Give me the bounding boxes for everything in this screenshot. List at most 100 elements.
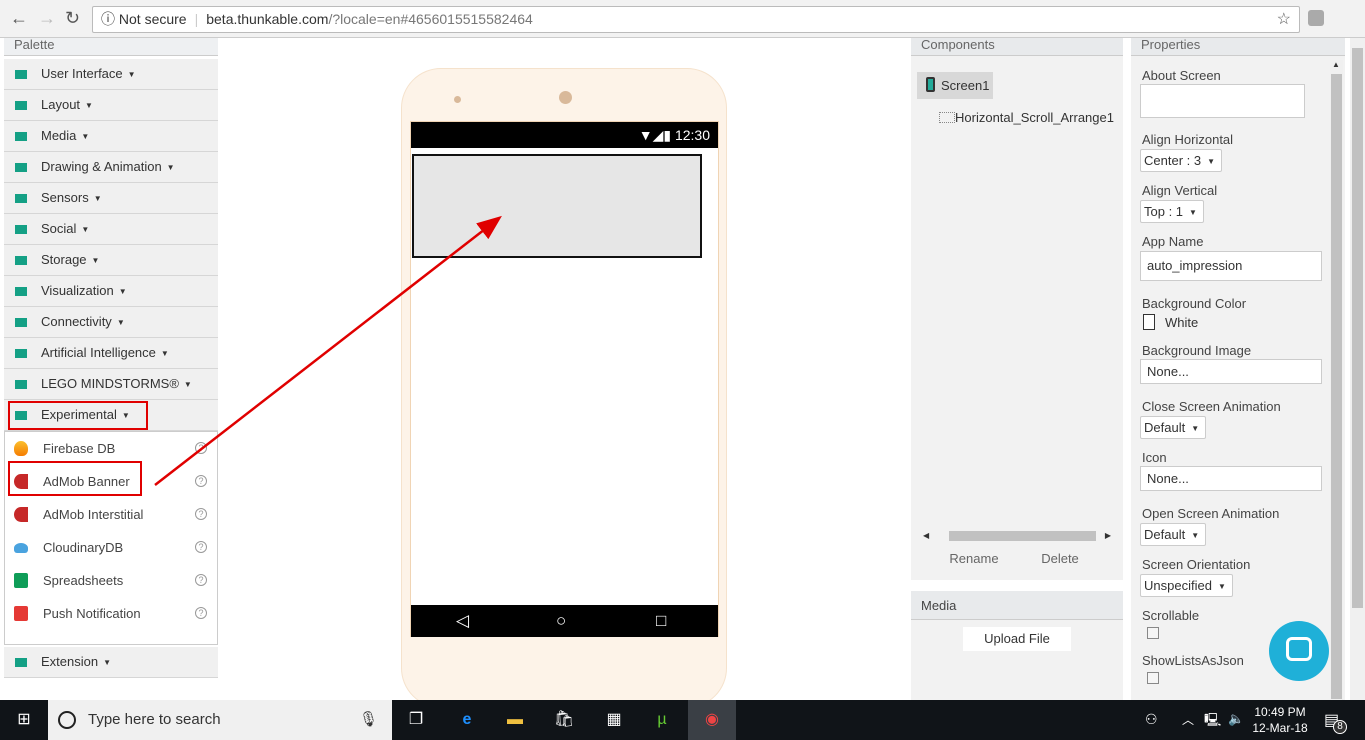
help-icon[interactable]: ? xyxy=(195,607,207,619)
category-layout[interactable]: Layout ▼ xyxy=(4,90,218,121)
security-label: Not secure xyxy=(118,11,187,27)
scrollable-checkbox[interactable] xyxy=(1147,627,1159,639)
palette-item-admob-interstitial[interactable]: AdMob Interstitial? xyxy=(5,498,217,531)
utorrent-icon[interactable]: µ xyxy=(638,700,686,740)
network-icon[interactable]: 🖳 xyxy=(1204,711,1221,733)
select-value: Default xyxy=(1144,527,1186,542)
components-header: Components xyxy=(911,38,1123,56)
edge-icon[interactable]: e xyxy=(443,700,491,740)
delete-button[interactable]: Delete xyxy=(1020,547,1100,571)
screen-orientation-select[interactable]: Unspecified ▼ xyxy=(1140,574,1233,597)
category-artificial-intelligence[interactable]: Artificial Intelligence ▼ xyxy=(4,338,218,369)
volume-icon[interactable]: 🔈 xyxy=(1228,711,1244,727)
properties-scrollbar[interactable]: ▲ xyxy=(1330,60,1343,700)
category-visualization[interactable]: Visualization ▼ xyxy=(4,276,218,307)
phone-screen: ▼◢▮ 12:30 ◁ ○ □ xyxy=(410,121,719,637)
highlight-experimental xyxy=(8,401,148,430)
horizontal-scroll-arrangement[interactable] xyxy=(412,154,702,258)
back-icon[interactable]: ← xyxy=(10,8,28,29)
help-icon[interactable]: ? xyxy=(195,475,207,487)
chrome-icon[interactable]: ◉ xyxy=(688,700,736,740)
category-user-interface[interactable]: User Interface ▼ xyxy=(4,59,218,90)
folder-icon xyxy=(15,318,27,327)
category-drawing-animation[interactable]: Drawing & Animation ▼ xyxy=(4,152,218,183)
chat-launcher-button[interactable] xyxy=(1269,621,1329,681)
showlistsasjson-checkbox[interactable] xyxy=(1147,672,1159,684)
upload-file-button[interactable]: Upload File xyxy=(963,627,1071,651)
category-label: Drawing & Animation xyxy=(41,159,162,174)
forward-icon[interactable]: → xyxy=(38,8,56,29)
background-color-value[interactable]: White xyxy=(1165,315,1198,330)
windows-start-icon[interactable]: ⊞ xyxy=(0,700,48,740)
page-scrollbar[interactable] xyxy=(1350,38,1365,700)
calculator-icon[interactable]: ▦ xyxy=(590,700,638,740)
category-label: Media xyxy=(41,128,77,143)
file-explorer-icon[interactable]: ▬ xyxy=(491,700,539,740)
help-icon[interactable]: ? xyxy=(195,541,207,553)
help-icon[interactable]: ? xyxy=(195,508,207,520)
scrollable-label: Scrollable xyxy=(1142,608,1200,623)
reload-icon[interactable]: ↻ xyxy=(65,8,80,29)
info-icon[interactable]: ⓘ xyxy=(101,11,115,27)
category-label: LEGO MINDSTORMS® xyxy=(41,376,179,391)
palette-item-spreadsheets[interactable]: Spreadsheets? xyxy=(5,564,217,597)
close-animation-select[interactable]: Default ▼ xyxy=(1140,416,1207,439)
caret-down-icon: ▼ xyxy=(166,163,175,172)
search-placeholder: Type here to search xyxy=(88,711,221,728)
cloudinary-icon xyxy=(14,543,28,553)
sensor-dot xyxy=(454,96,461,103)
help-icon[interactable]: ? xyxy=(195,442,207,454)
task-view-icon[interactable]: ❐ xyxy=(392,700,440,740)
taskbar-search-box[interactable]: Type here to search 🎙 xyxy=(48,700,392,740)
help-icon[interactable]: ? xyxy=(195,574,207,586)
color-swatch[interactable] xyxy=(1143,314,1155,330)
about-screen-textarea[interactable] xyxy=(1140,84,1305,118)
category-storage[interactable]: Storage ▼ xyxy=(4,245,218,276)
app-name-input[interactable]: auto_impression xyxy=(1140,251,1322,281)
open-animation-label: Open Screen Animation xyxy=(1142,506,1280,521)
extension-icon[interactable] xyxy=(1308,10,1324,26)
category-lego-mindstorms[interactable]: LEGO MINDSTORMS® ▼ xyxy=(4,369,218,400)
properties-header: Properties xyxy=(1131,38,1345,56)
category-media[interactable]: Media ▼ xyxy=(4,121,218,152)
url-path: /?locale=en#4656015515582464 xyxy=(328,11,533,27)
category-extension[interactable]: Extension ▼ xyxy=(4,647,218,678)
show-hidden-icons[interactable]: ︿ xyxy=(1182,711,1194,728)
url-host: beta.thunkable.com xyxy=(206,11,329,27)
screen-orientation-label: Screen Orientation xyxy=(1142,557,1251,572)
rename-button[interactable]: Rename xyxy=(934,547,1014,571)
category-label: Artificial Intelligence xyxy=(41,345,156,360)
store-icon[interactable]: 🛍 xyxy=(540,700,588,740)
status-bar: ▼◢▮ 12:30 xyxy=(411,122,718,148)
microphone-icon[interactable]: 🎙 xyxy=(359,700,378,740)
align-horizontal-select[interactable]: Center : 3 ▼ xyxy=(1140,149,1223,172)
taskbar: ⊞ Type here to search 🎙 ❐ e ▬ 🛍 ▦ µ ◉ ⚇ ︿… xyxy=(0,700,1365,740)
people-icon[interactable]: ⚇ xyxy=(1145,711,1158,728)
bookmark-star-icon[interactable]: ☆ xyxy=(1277,7,1291,32)
background-image-input[interactable]: None... xyxy=(1140,359,1322,384)
components-panel: Components Screen1 Horizontal_Scroll_Arr… xyxy=(911,38,1123,580)
palette-item-push-notification[interactable]: Push Notification? xyxy=(5,597,217,630)
caret-down-icon: ▼ xyxy=(116,318,125,327)
category-sensors[interactable]: Sensors ▼ xyxy=(4,183,218,214)
folder-icon xyxy=(15,658,27,667)
category-label: User Interface xyxy=(41,66,123,81)
align-horizontal-label: Align Horizontal xyxy=(1142,132,1234,147)
palette-item-cloudinarydb[interactable]: CloudinaryDB? xyxy=(5,531,217,564)
caret-down-icon: ▼ xyxy=(91,256,100,265)
icon-input[interactable]: None... xyxy=(1140,466,1322,491)
open-animation-select[interactable]: Default ▼ xyxy=(1140,523,1207,546)
folder-icon xyxy=(15,70,27,79)
address-bar[interactable]: ⓘ Not secure | beta.thunkable.com/?locale=… xyxy=(92,6,1300,33)
category-label: Sensors xyxy=(41,190,89,205)
horizontal-scrollbar[interactable]: ◀ ▶ xyxy=(921,530,1113,542)
category-connectivity[interactable]: Connectivity ▼ xyxy=(4,307,218,338)
tree-item-horizontal-scroll[interactable]: Horizontal_Scroll_Arrange1 xyxy=(939,110,1114,126)
clock[interactable]: 10:49 PM 12-Mar-18 xyxy=(1250,704,1310,736)
category-social[interactable]: Social ▼ xyxy=(4,214,218,245)
browser-toolbar: ← → ↻ ⓘ Not secure | beta.thunkable.com/?l… xyxy=(0,0,1365,38)
folder-icon xyxy=(15,101,27,110)
align-vertical-select[interactable]: Top : 1 ▼ xyxy=(1140,200,1204,223)
tree-item-screen1[interactable]: Screen1 xyxy=(917,72,993,99)
nav-bar: ◁ ○ □ xyxy=(411,605,718,637)
